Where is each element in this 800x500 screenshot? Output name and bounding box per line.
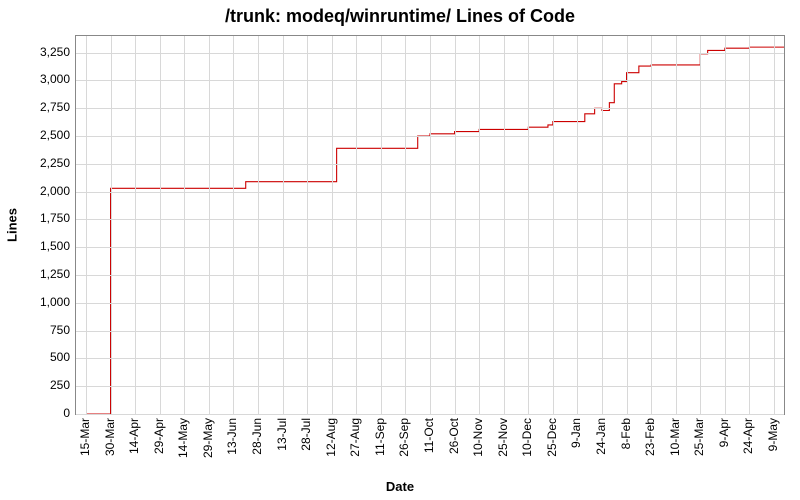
y-tick-label: 3,000 [10,72,70,86]
x-tick-label: 29-Apr [152,418,166,454]
gridline-v [332,36,333,414]
gridline-v [504,36,505,414]
gridline-v [676,36,677,414]
gridline-v [430,36,431,414]
x-axis-label: Date [0,479,800,494]
x-tick-label: 23-Feb [643,418,657,456]
x-tick-label: 25-Mar [692,418,706,456]
x-tick-label: 10-Nov [471,418,485,457]
x-tick-label: 10-Dec [520,418,534,457]
gridline-v [577,36,578,414]
x-tick-label: 25-Nov [496,418,510,457]
loc-chart: /trunk: modeq/winruntime/ Lines of Code … [0,0,800,500]
gridline-v [749,36,750,414]
x-tick-label: 28-Jul [299,418,313,451]
x-tick-label: 28-Jun [250,418,264,455]
x-tick-label: 13-Jun [225,418,239,455]
gridline-v [725,36,726,414]
y-tick-label: 500 [10,350,70,364]
gridline-v [627,36,628,414]
gridline-v [209,36,210,414]
gridline-v [455,36,456,414]
gridline-v [528,36,529,414]
y-tick-label: 2,500 [10,128,70,142]
x-tick-label: 24-Apr [741,418,755,454]
gridline-v [602,36,603,414]
gridline-v [651,36,652,414]
y-tick-label: 1,250 [10,267,70,281]
x-tick-label: 30-Mar [103,418,117,456]
x-tick-label: 15-Mar [78,418,92,456]
gridline-v [258,36,259,414]
y-tick-label: 3,250 [10,45,70,59]
x-tick-label: 9-May [766,418,780,451]
gridline-v [283,36,284,414]
plot-area [75,35,785,415]
y-tick-label: 750 [10,323,70,337]
gridline-v [381,36,382,414]
y-tick-label: 0 [10,406,70,420]
y-tick-label: 2,000 [10,184,70,198]
gridline-v [774,36,775,414]
x-tick-label: 8-Feb [619,418,633,449]
gridline-v [135,36,136,414]
gridline-v [233,36,234,414]
x-tick-label: 11-Sep [373,418,387,456]
gridline-v [356,36,357,414]
gridline-v [479,36,480,414]
x-tick-label: 11-Oct [422,418,436,453]
x-tick-label: 24-Jan [594,418,608,455]
y-tick-label: 1,000 [10,295,70,309]
x-tick-label: 26-Sep [397,418,411,457]
gridline-v [405,36,406,414]
chart-title: /trunk: modeq/winruntime/ Lines of Code [0,6,800,27]
x-tick-label: 12-Aug [324,418,338,457]
x-tick-label: 14-Apr [127,418,141,454]
x-tick-label: 26-Oct [447,418,461,454]
y-tick-label: 250 [10,378,70,392]
x-tick-label: 29-May [201,418,215,458]
gridline-v [86,36,87,414]
gridline-v [700,36,701,414]
y-tick-label: 1,500 [10,239,70,253]
y-tick-label: 1,750 [10,211,70,225]
gridline-v [184,36,185,414]
x-tick-label: 27-Aug [348,418,362,457]
x-tick-label: 10-Mar [668,418,682,456]
x-tick-label: 13-Jul [275,418,289,451]
gridline-v [111,36,112,414]
gridline-v [553,36,554,414]
y-tick-label: 2,250 [10,156,70,170]
gridline-h [76,414,784,415]
x-tick-label: 25-Dec [545,418,559,457]
x-tick-label: 9-Jan [569,418,583,448]
x-tick-label: 9-Apr [717,418,731,447]
x-tick-label: 14-May [176,418,190,458]
gridline-v [307,36,308,414]
y-tick-label: 2,750 [10,100,70,114]
gridline-v [160,36,161,414]
